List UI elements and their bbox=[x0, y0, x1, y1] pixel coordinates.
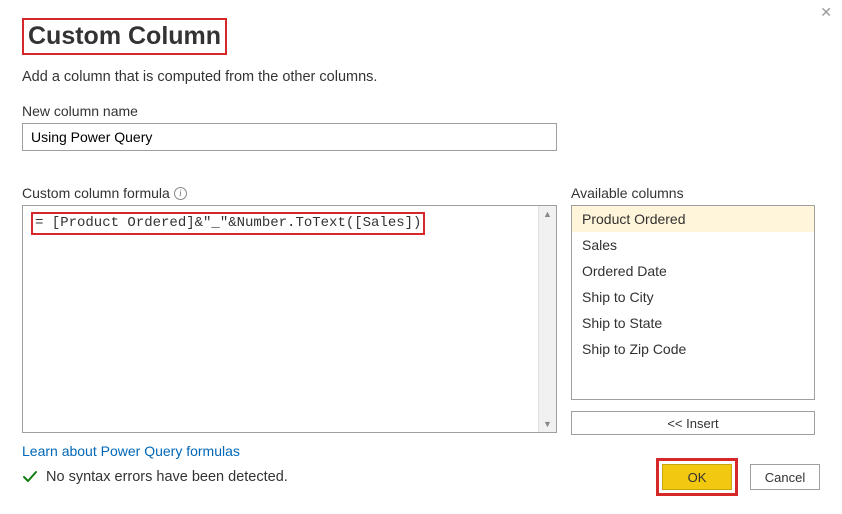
formula-scrollbar[interactable]: ▲ ▼ bbox=[538, 206, 556, 432]
list-item[interactable]: Ship to State bbox=[572, 310, 814, 336]
list-item[interactable]: Ship to Zip Code bbox=[572, 336, 814, 362]
status-text: No syntax errors have been detected. bbox=[46, 469, 288, 485]
dialog-title: Custom Column bbox=[22, 18, 227, 55]
learn-link[interactable]: Learn about Power Query formulas bbox=[22, 443, 557, 459]
list-item[interactable]: Ordered Date bbox=[572, 258, 814, 284]
insert-button[interactable]: << Insert bbox=[571, 411, 815, 435]
list-item[interactable]: Product Ordered bbox=[572, 206, 814, 232]
available-columns-list[interactable]: Product Ordered Sales Ordered Date Ship … bbox=[571, 205, 815, 400]
ok-button[interactable]: OK bbox=[662, 464, 732, 490]
new-column-name-input[interactable] bbox=[22, 123, 557, 151]
formula-text: = [Product Ordered]&"_"&Number.ToText([S… bbox=[31, 212, 425, 235]
check-icon bbox=[22, 469, 38, 485]
info-icon[interactable]: i bbox=[174, 187, 187, 200]
list-item[interactable]: Ship to City bbox=[572, 284, 814, 310]
cancel-button[interactable]: Cancel bbox=[750, 464, 820, 490]
dialog-subtitle: Add a column that is computed from the o… bbox=[22, 69, 820, 85]
scroll-down-icon[interactable]: ▼ bbox=[539, 416, 556, 432]
formula-label: Custom column formula bbox=[22, 185, 170, 201]
available-columns-label: Available columns bbox=[571, 185, 815, 201]
close-icon[interactable]: ✕ bbox=[820, 4, 832, 21]
formula-editor[interactable]: = [Product Ordered]&"_"&Number.ToText([S… bbox=[22, 205, 557, 433]
list-item[interactable]: Sales bbox=[572, 232, 814, 258]
new-column-name-label: New column name bbox=[22, 103, 820, 119]
scroll-up-icon[interactable]: ▲ bbox=[539, 206, 556, 222]
